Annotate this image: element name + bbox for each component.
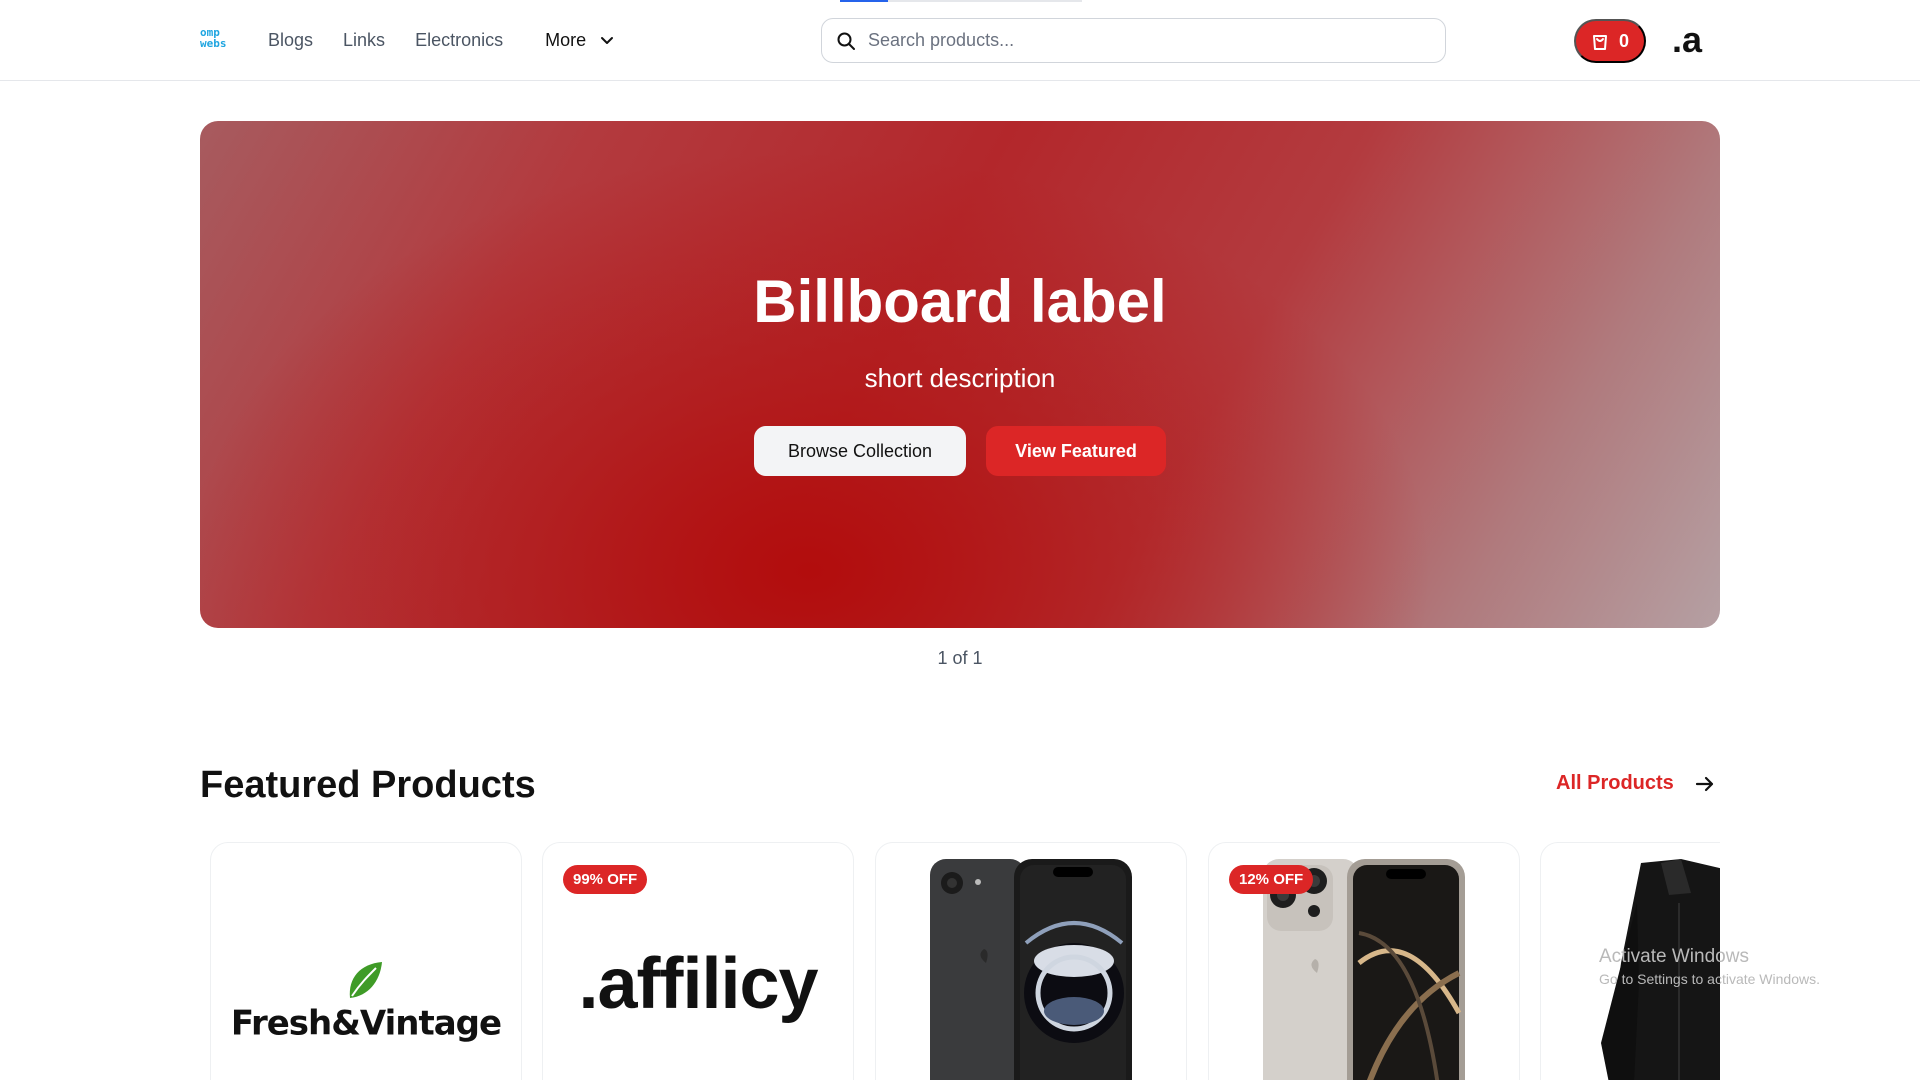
- brand-avatar[interactable]: .a: [1672, 18, 1702, 62]
- search-input[interactable]: [868, 30, 1408, 51]
- product-carousel: Fresh&Vintage 99% OFF .affilicy 12% OFF: [200, 842, 1720, 1080]
- billboard-actions: Browse Collection View Featured: [200, 426, 1720, 476]
- more-label: More: [545, 30, 587, 50]
- billboard-title: Billboard label: [753, 268, 1167, 335]
- leaf-icon: [349, 962, 382, 998]
- product-logo-affilicy: .affilicy: [578, 944, 818, 1024]
- product-image-phone: [930, 859, 1132, 1080]
- browse-collection-button[interactable]: Browse Collection: [754, 426, 966, 476]
- more-menu-button[interactable]: More: [545, 28, 614, 52]
- all-products-label: All Products: [1556, 772, 1674, 794]
- slide-pager: 1 of 1: [937, 648, 983, 668]
- all-products-link[interactable]: All Products: [1556, 772, 1716, 795]
- product-card[interactable]: 12% OFF: [1208, 842, 1520, 1080]
- section-title: Featured Products: [200, 764, 536, 806]
- billboard-banner: Billboard label short description Browse…: [200, 121, 1720, 628]
- site-header: omp webs Blogs Links Electronics More 0 …: [0, 0, 1920, 81]
- loading-indicator: [840, 0, 1082, 2]
- product-card[interactable]: Fresh&Vintage: [210, 842, 522, 1080]
- activation-watermark: Activate Windows Go to Settings to activ…: [1599, 946, 1820, 987]
- search-icon: [837, 32, 855, 50]
- view-featured-button[interactable]: View Featured: [986, 426, 1166, 476]
- discount-badge: 99% OFF: [563, 865, 648, 894]
- main-nav: Blogs Links Electronics More: [268, 28, 644, 52]
- site-logo[interactable]: omp webs: [200, 27, 240, 53]
- chevron-down-icon: [601, 37, 614, 44]
- search-box: [821, 18, 1446, 63]
- cart-count: 0: [1618, 30, 1629, 51]
- product-logo-fresh-vintage: Fresh&Vintage: [211, 958, 521, 1044]
- nav-link-blogs[interactable]: Blogs: [268, 28, 313, 52]
- shopping-bag-icon: [1592, 35, 1607, 50]
- product-card[interactable]: [875, 842, 1187, 1080]
- arrow-right-icon: [1695, 776, 1713, 791]
- cart-button[interactable]: 0: [1574, 19, 1646, 63]
- nav-link-links[interactable]: Links: [343, 28, 385, 52]
- billboard-description: short description: [864, 363, 1056, 393]
- product-card[interactable]: 99% OFF .affilicy: [542, 842, 854, 1080]
- nav-link-electronics[interactable]: Electronics: [415, 28, 503, 52]
- discount-badge: 12% OFF: [1229, 865, 1314, 894]
